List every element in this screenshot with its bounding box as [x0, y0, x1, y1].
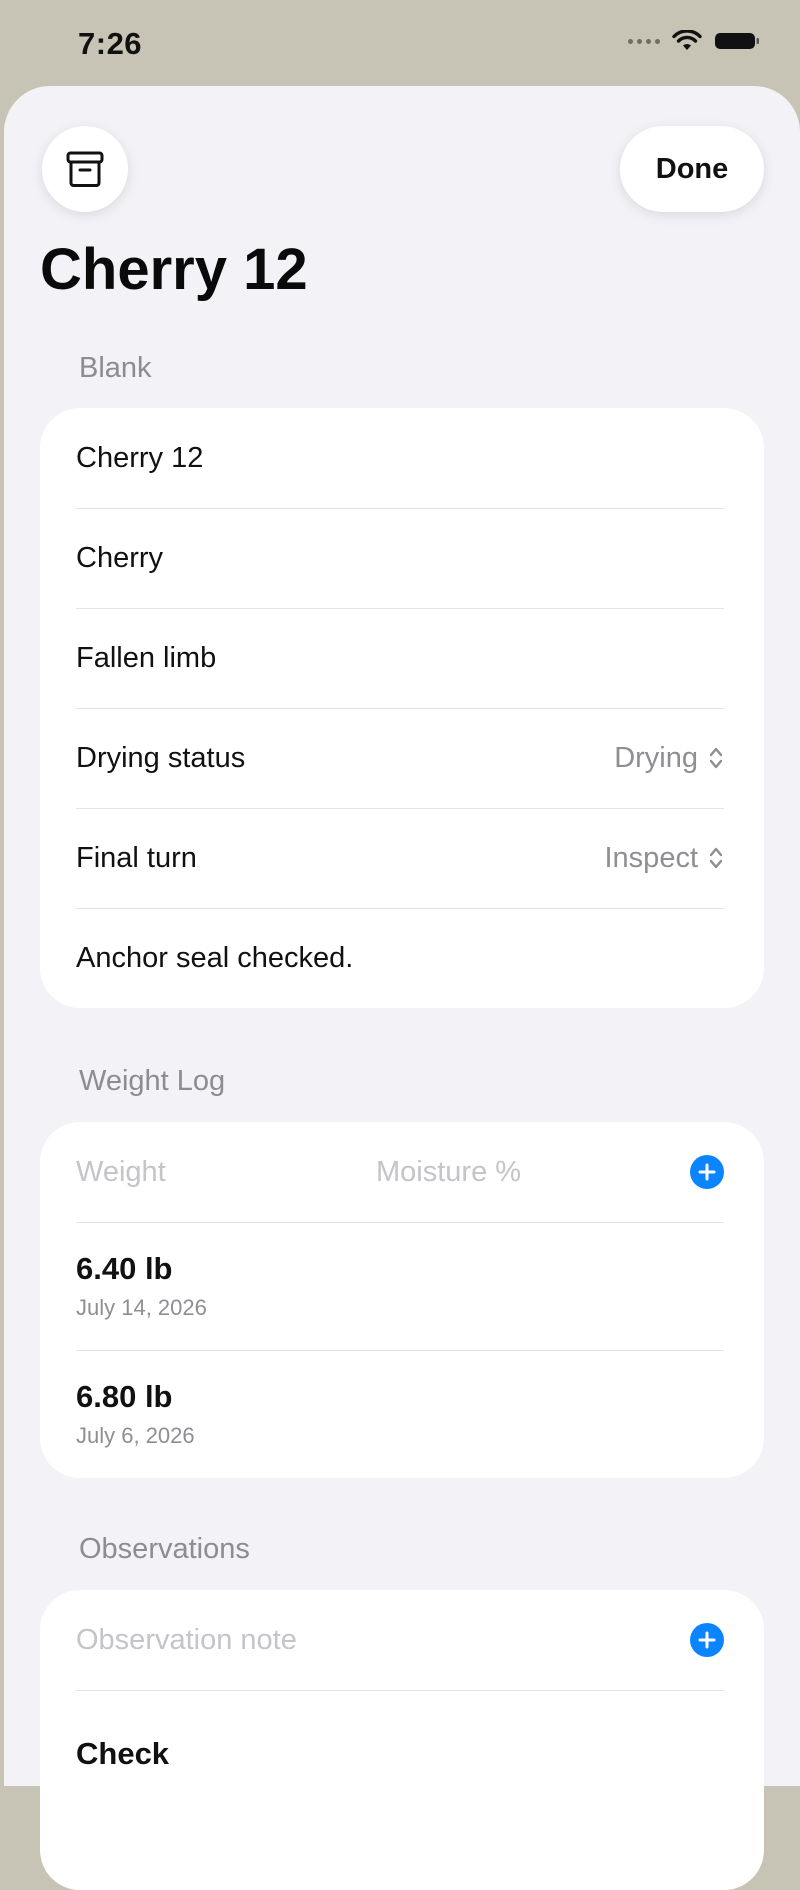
notes-field[interactable]: Anchor seal checked. [40, 908, 764, 1008]
chevron-up-down-icon [709, 747, 723, 769]
source-field[interactable]: Fallen limb [40, 608, 764, 708]
section-header-blank: Blank [79, 352, 152, 384]
blank-details-card: Cherry 12 Cherry Fallen limb Drying stat… [40, 408, 764, 1008]
source-field-value: Fallen limb [76, 641, 217, 674]
drying-status-label: Drying status [76, 741, 246, 774]
weight-log-card: Weight Moisture % 6.40 lb July 14, 2026 … [40, 1122, 764, 1478]
page-title: Cherry 12 [40, 237, 308, 302]
observation-entry[interactable]: Check [40, 1690, 764, 1818]
species-field-value: Cherry [76, 541, 164, 574]
done-button[interactable]: Done [620, 126, 764, 212]
weight-input[interactable]: Weight [76, 1156, 376, 1189]
status-time: 7:26 [78, 26, 143, 61]
final-turn-value: Inspect [604, 841, 699, 874]
plus-icon [698, 1631, 716, 1649]
add-observation-button[interactable] [690, 1623, 724, 1657]
observations-card: Observation note Check [40, 1590, 764, 1890]
wifi-icon [672, 30, 702, 50]
notes-field-value: Anchor seal checked. [76, 941, 354, 974]
add-weight-button[interactable] [690, 1155, 724, 1189]
section-header-weight-log: Weight Log [79, 1065, 226, 1097]
final-turn-picker[interactable]: Final turn Inspect [40, 808, 764, 908]
drying-status-value: Drying [614, 741, 698, 774]
status-bar: 7:26 [0, 0, 800, 86]
name-field-value: Cherry 12 [76, 441, 204, 474]
weight-log-entry[interactable]: 6.40 lb July 14, 2026 [40, 1222, 764, 1350]
observation-text: Check [76, 1736, 170, 1771]
final-turn-label: Final turn [76, 841, 197, 874]
status-icons [628, 30, 760, 52]
weight-value: 6.40 lb [76, 1251, 173, 1286]
signal-icon [628, 38, 660, 44]
section-header-observations: Observations [79, 1533, 250, 1565]
chevron-up-down-icon [709, 847, 723, 869]
name-field[interactable]: Cherry 12 [40, 408, 764, 508]
battery-icon [715, 33, 759, 49]
detail-sheet: Done Cherry 12 Blank Cherry 12 Cherry Fa… [4, 86, 800, 1890]
weight-date: July 6, 2026 [76, 1423, 195, 1448]
archive-button[interactable] [42, 126, 128, 212]
moisture-input[interactable]: Moisture % [376, 1156, 690, 1189]
observation-note-input[interactable]: Observation note [76, 1624, 690, 1657]
final-turn-value-group: Inspect [605, 842, 725, 875]
plus-icon [698, 1163, 716, 1181]
weight-date: July 14, 2026 [76, 1295, 207, 1320]
observation-entry-row: Observation note [40, 1590, 764, 1690]
weight-entry-row: Weight Moisture % [40, 1122, 764, 1222]
archive-box-icon [66, 151, 104, 187]
weight-value: 6.80 lb [76, 1379, 173, 1414]
drying-status-value-group: Drying [614, 742, 724, 775]
species-field[interactable]: Cherry [40, 508, 764, 608]
drying-status-picker[interactable]: Drying status Drying [40, 708, 764, 808]
weight-log-entry[interactable]: 6.80 lb July 6, 2026 [40, 1350, 764, 1478]
